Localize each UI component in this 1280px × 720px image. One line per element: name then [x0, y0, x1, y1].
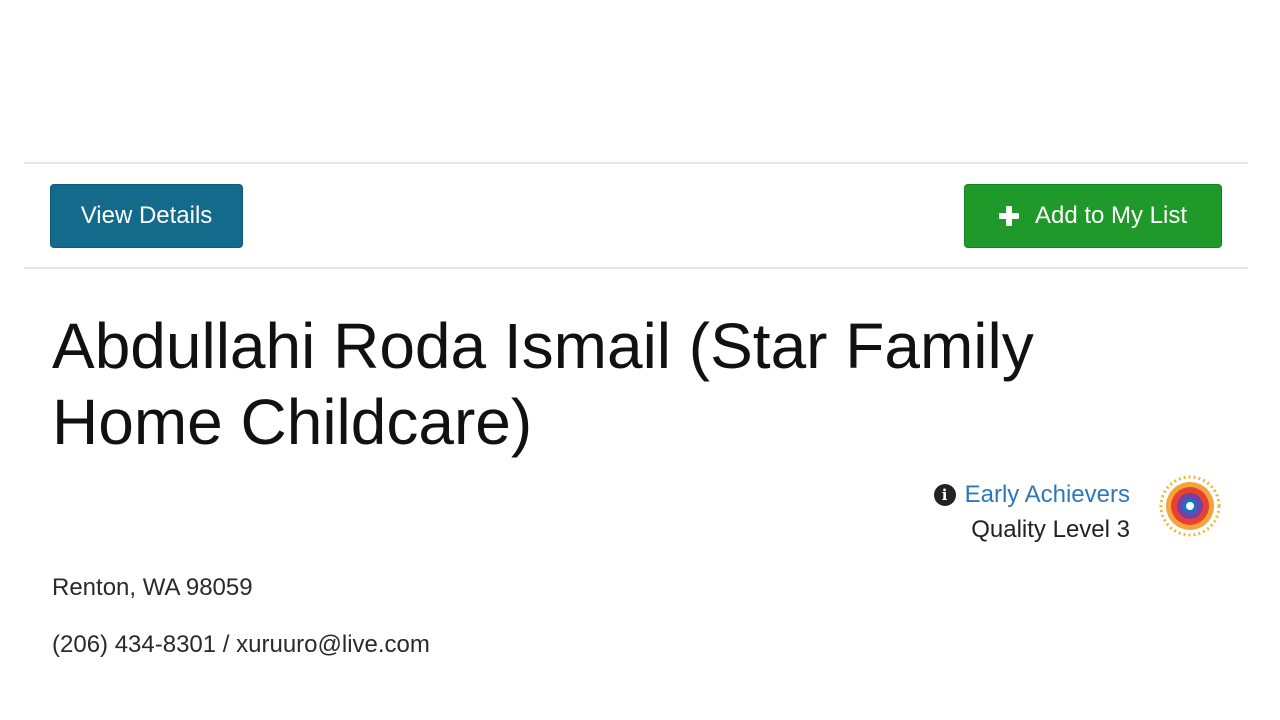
view-details-label: View Details	[80, 202, 213, 229]
provider-contact: (206) 434-8301 / xuruuro@live.com	[52, 631, 430, 659]
top-divider	[24, 162, 1248, 164]
provider-address: Renton, WA 98059	[52, 574, 253, 601]
quality-level: Quality Level 3	[971, 516, 1130, 543]
contact-separator: /	[216, 631, 237, 658]
view-details-button[interactable]: View Details	[50, 184, 243, 248]
early-achievers-badge-icon	[1159, 475, 1221, 537]
quality-rating: i Early Achievers Quality Level 3	[933, 478, 1130, 544]
provider-name: Abdullahi Roda Ismail (Star Family Home …	[52, 310, 1034, 458]
provider-email: xuruuro@live.com	[236, 631, 430, 658]
add-to-my-list-button[interactable]: Add to My List	[964, 184, 1222, 248]
provider-phone: (206) 434-8301	[52, 631, 217, 658]
info-circle-icon[interactable]: i	[933, 484, 956, 506]
early-achievers-link[interactable]: Early Achievers	[965, 481, 1130, 509]
add-to-my-list-label: Add to My List	[1034, 202, 1188, 229]
provider-card: View Details Add to My List Abdullahi Ro…	[0, 0, 1280, 720]
bottom-divider	[24, 267, 1248, 269]
plus-icon	[998, 206, 1019, 226]
rating-program-row: i Early Achievers	[933, 478, 1130, 512]
